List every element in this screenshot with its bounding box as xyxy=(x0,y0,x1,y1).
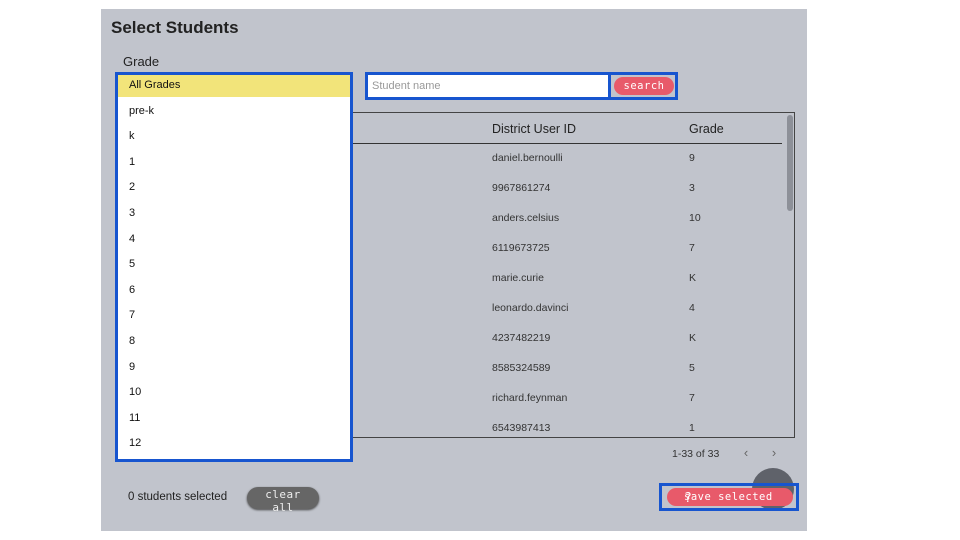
grade-option-label: k xyxy=(129,130,135,143)
grade-option-label: 3 xyxy=(129,207,136,219)
cell-grade: 7 xyxy=(689,392,695,404)
table-row[interactable]: leonardo.davinci 4 xyxy=(352,294,782,324)
grade-option[interactable]: 6 xyxy=(118,280,350,302)
cell-grade: K xyxy=(689,332,697,344)
student-name-field[interactable] xyxy=(365,72,611,100)
cell-grade: 4 xyxy=(689,302,695,314)
cell-district-user-id: 9967861274 xyxy=(492,182,551,194)
student-name-input[interactable] xyxy=(372,76,600,96)
select-students-panel: Select Students Grade search District Us… xyxy=(101,9,807,531)
cell-district-user-id: richard.feynman xyxy=(492,392,568,404)
table-row[interactable]: daniel.bernoulli 9 xyxy=(352,144,782,174)
grade-option-label: 6 xyxy=(129,283,136,296)
column-header-district-user-id[interactable]: District User ID xyxy=(492,122,576,136)
cell-grade: 10 xyxy=(689,212,701,224)
grade-option[interactable]: 1 xyxy=(118,152,350,174)
grade-option-label: 9 xyxy=(129,360,136,373)
search-button-frame: search xyxy=(608,72,678,100)
cell-grade: 9 xyxy=(689,152,695,164)
save-button-frame: save selected ? xyxy=(659,483,799,511)
grade-option-label: 10 xyxy=(129,386,142,399)
save-selected-button[interactable]: save selected ? xyxy=(667,488,793,506)
grade-option[interactable]: pre-k xyxy=(118,101,350,123)
cell-district-user-id: leonardo.davinci xyxy=(492,302,569,314)
clear-all-button[interactable]: clear all xyxy=(247,487,319,514)
page-title: Select Students xyxy=(111,18,239,37)
students-table[interactable]: District User ID Grade daniel.bernoulli 9… xyxy=(351,112,795,438)
search-button[interactable]: search xyxy=(614,77,674,95)
previous-page-icon[interactable]: ‹ xyxy=(738,445,754,461)
grade-option-label: All Grades xyxy=(129,79,181,91)
save-selected-label: save selected xyxy=(684,491,773,503)
cell-district-user-id: 4237482219 xyxy=(492,332,551,344)
table-scrollbar[interactable] xyxy=(787,115,793,211)
grade-option[interactable]: 11 xyxy=(118,408,350,430)
grade-option[interactable]: 5 xyxy=(118,254,350,276)
grade-option[interactable]: 9 xyxy=(118,357,350,379)
selected-count: 0 students selected xyxy=(128,491,228,503)
grade-option-label: 12 xyxy=(129,437,142,450)
pagination-range: 1-33 of 33 xyxy=(672,448,720,460)
grade-option[interactable]: All Grades xyxy=(118,75,350,97)
cell-grade: 7 xyxy=(689,242,695,254)
table-header: District User ID Grade xyxy=(352,113,782,144)
cell-district-user-id: daniel.bernoulli xyxy=(492,152,563,164)
cell-district-user-id: 8585324589 xyxy=(492,362,551,374)
table-row[interactable]: 9967861274 3 xyxy=(352,174,782,204)
table-row[interactable]: 6543987413 1 xyxy=(352,414,782,437)
grade-option-label: 11 xyxy=(129,411,141,424)
table-row[interactable]: 4237482219 K xyxy=(352,324,782,354)
cell-district-user-id: 6543987413 xyxy=(492,422,551,434)
grade-option-label: 7 xyxy=(129,309,136,322)
grade-option[interactable]: 2 xyxy=(118,177,350,199)
grade-option-label: 2 xyxy=(129,181,136,194)
table-row[interactable]: 8585324589 5 xyxy=(352,354,782,384)
cell-district-user-id: anders.celsius xyxy=(492,212,560,224)
grade-option-label: 4 xyxy=(129,232,136,245)
grade-dropdown-list[interactable]: All Grades pre-k k 1 2 3 4 5 6 7 8 9 10 11 12 xyxy=(115,72,353,462)
cell-grade: 5 xyxy=(689,362,695,374)
grade-option-label: pre-k xyxy=(129,104,155,117)
cell-grade: K xyxy=(689,272,697,284)
grade-option[interactable]: 4 xyxy=(118,229,350,251)
grade-option[interactable]: 8 xyxy=(118,331,350,353)
cell-grade: 3 xyxy=(689,182,695,194)
grade-option[interactable]: 12 xyxy=(118,433,350,455)
grade-option-label: 1 xyxy=(129,155,136,168)
grade-option-label: 5 xyxy=(129,258,136,271)
table-row[interactable]: anders.celsius 10 xyxy=(352,204,782,234)
table-row[interactable]: richard.feynman 7 xyxy=(352,384,782,414)
grade-option[interactable]: 10 xyxy=(118,382,350,404)
table-row[interactable]: 6119673725 7 xyxy=(352,234,782,264)
grade-option[interactable]: 3 xyxy=(118,203,350,225)
help-question-icon[interactable]: ? xyxy=(684,491,692,506)
grade-option-label: 8 xyxy=(129,335,136,347)
table-row[interactable]: marie.curie K xyxy=(352,264,782,294)
column-header-grade[interactable]: Grade xyxy=(689,122,724,136)
cell-grade: 1 xyxy=(689,422,695,434)
grade-option[interactable]: k xyxy=(118,126,350,148)
grade-option[interactable]: 7 xyxy=(118,305,350,327)
next-page-icon[interactable]: › xyxy=(766,445,782,461)
cell-district-user-id: marie.curie xyxy=(492,272,544,284)
cell-district-user-id: 6119673725 xyxy=(492,242,550,254)
grade-label: Grade xyxy=(123,54,160,69)
